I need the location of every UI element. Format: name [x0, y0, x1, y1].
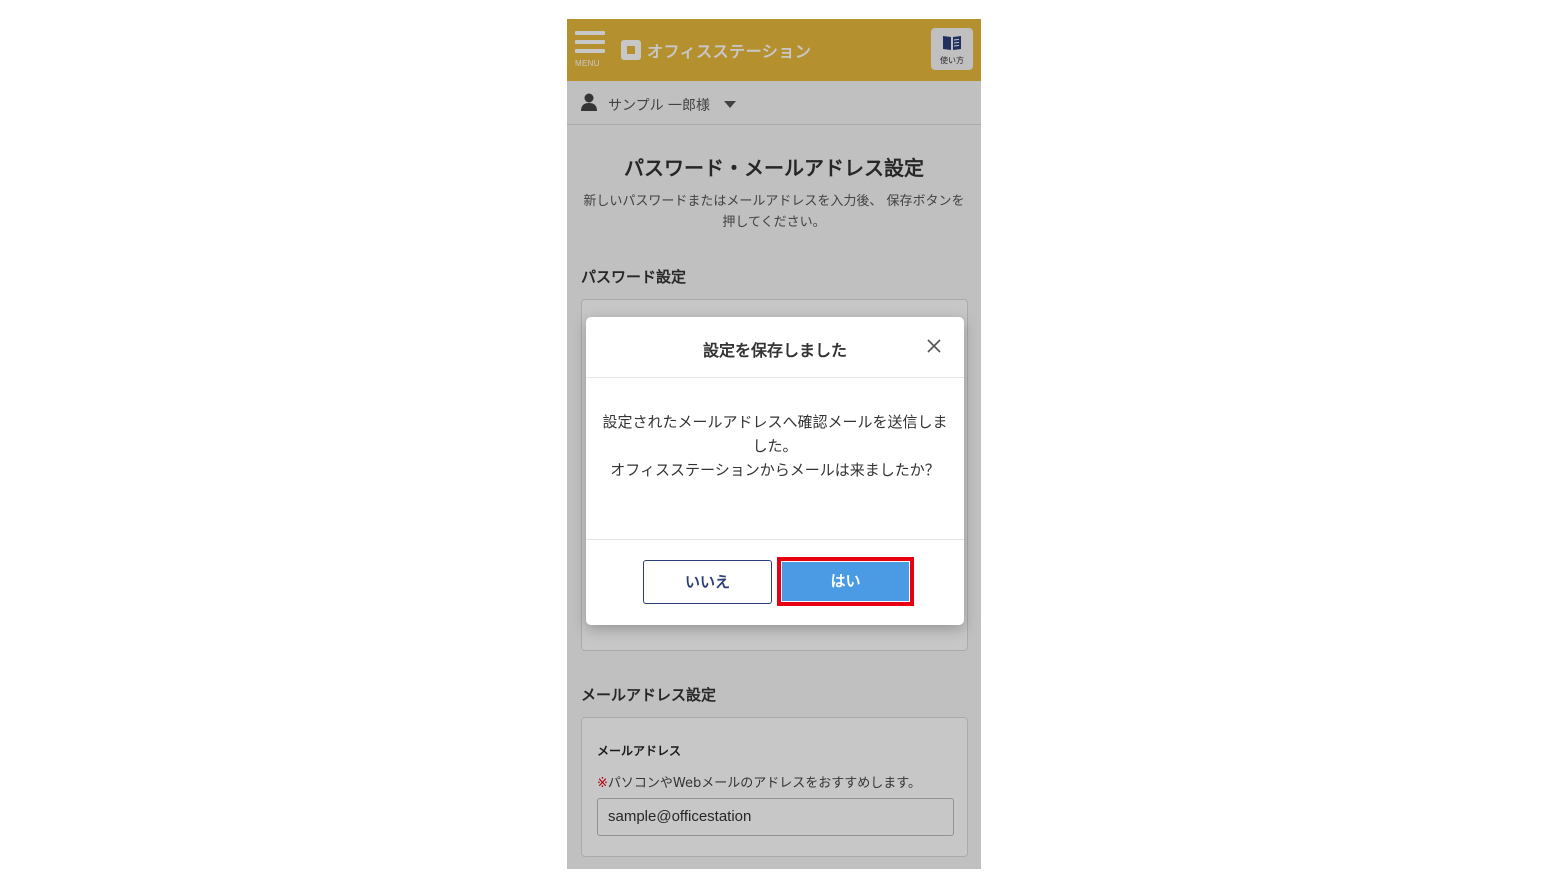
- dialog-divider: [586, 377, 964, 378]
- dialog-message-line2: オフィスステーションからメールは来ましたか？: [610, 461, 940, 479]
- dialog-divider: [586, 539, 964, 540]
- close-icon[interactable]: [926, 338, 942, 354]
- dialog-message-line1: 設定されたメールアドレスへ確認メールを送信しました。: [602, 413, 948, 455]
- yes-button[interactable]: はい: [782, 562, 909, 601]
- dialog-title: 設定を保存しました: [702, 341, 847, 360]
- phone-screen: MENU オフィスステーション 使い方 サンプル 一郎様 パスワード・メールアド…: [567, 19, 981, 869]
- highlight-box: はい: [777, 557, 914, 606]
- dialog-message: 設定されたメールアドレスへ確認メールを送信しました。 オフィスステーションからメ…: [600, 410, 950, 482]
- no-button[interactable]: いいえ: [643, 560, 772, 604]
- confirm-dialog: 設定を保存しました 設定されたメールアドレスへ確認メールを送信しました。 オフィ…: [586, 317, 964, 625]
